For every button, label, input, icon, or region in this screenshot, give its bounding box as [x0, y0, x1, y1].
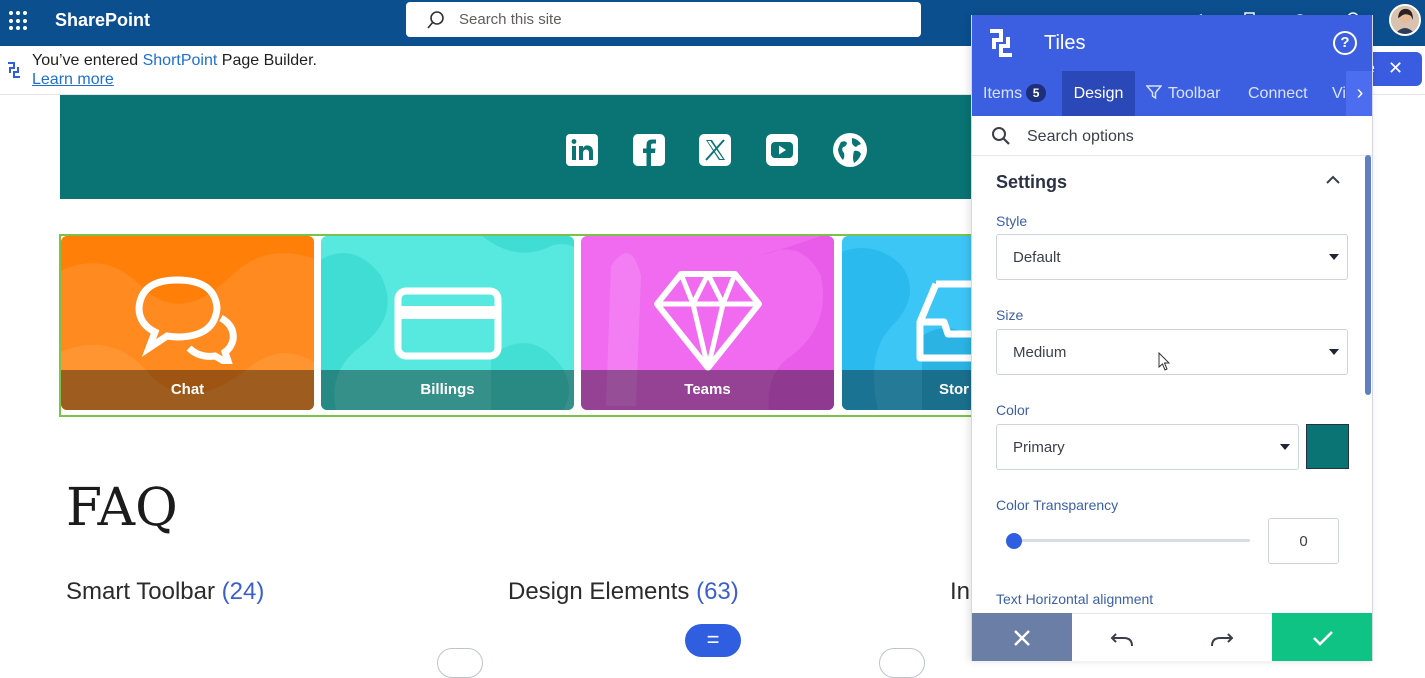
text-alignment-label: Text Horizontal alignment — [996, 591, 1154, 607]
apply-button[interactable] — [1272, 613, 1372, 661]
tiles-settings-panel: Tiles ? Items 5 Design Toolbar Connect Vi… — [971, 15, 1373, 661]
chat-bubbles-icon — [135, 276, 237, 364]
notice-highlight: ShortPoint — [142, 52, 218, 69]
tile-label: Stor — [842, 370, 977, 410]
tile-label: Billings — [321, 370, 574, 410]
tile-teams[interactable]: Teams — [581, 236, 834, 410]
globe-icon[interactable] — [832, 132, 868, 168]
faq-expand-toggle[interactable] — [879, 648, 925, 678]
faq-category-name: In — [950, 578, 971, 605]
shortpoint-logo-icon — [990, 29, 1012, 57]
tile-label: Teams — [581, 370, 834, 410]
youtube-icon[interactable] — [765, 133, 799, 167]
tile-label: Chat — [61, 370, 314, 410]
faq-category-name: Design Elements — [508, 578, 697, 605]
faq-expand-toggle[interactable] — [437, 648, 483, 678]
faq-category-count: (24) — [221, 578, 265, 605]
color-transparency-label: Color Transparency — [996, 497, 1119, 513]
undo-button[interactable] — [1072, 613, 1172, 661]
transparency-input[interactable]: 0 — [1268, 518, 1339, 564]
facebook-icon[interactable] — [632, 133, 666, 167]
filter-icon — [1145, 85, 1163, 100]
close-icon: ✕ — [1388, 58, 1404, 78]
search-icon — [427, 11, 444, 29]
chevron-up-icon[interactable] — [1326, 175, 1340, 185]
help-icon[interactable]: ? — [1333, 31, 1357, 55]
faq-title: FAQ — [66, 478, 178, 538]
search-placeholder: Search this site — [459, 11, 562, 28]
panel-footer — [972, 613, 1372, 661]
options-search-placeholder: Search options — [1027, 128, 1134, 145]
panel-title: Tiles — [1044, 32, 1086, 54]
tile-chat[interactable]: Chat — [61, 236, 314, 410]
tile-billings[interactable]: Billings — [321, 236, 574, 410]
transparency-slider-thumb[interactable] — [1006, 533, 1022, 549]
color-value: Primary — [1013, 439, 1065, 456]
faq-category-count: (63) — [696, 578, 739, 605]
app-name[interactable]: SharePoint — [55, 10, 150, 31]
avatar[interactable] — [1389, 4, 1421, 36]
notice-suffix: Page Builder. — [217, 52, 317, 69]
size-value: Medium — [1013, 344, 1067, 361]
tab-toolbar[interactable]: Toolbar — [1145, 71, 1238, 116]
inbox-icon — [916, 280, 977, 362]
tab-items[interactable]: Items 5 — [972, 71, 1062, 116]
social-banner — [60, 95, 975, 199]
redo-button[interactable] — [1172, 613, 1272, 661]
style-select[interactable]: Default — [996, 234, 1348, 280]
search-icon — [992, 127, 1010, 145]
faq-category-design-elements[interactable]: Design Elements (63) — [508, 578, 739, 606]
tab-connect[interactable]: Connect — [1248, 71, 1318, 116]
size-select[interactable]: Medium — [996, 329, 1348, 375]
size-label: Size — [996, 307, 1024, 323]
diamond-icon — [654, 271, 762, 371]
color-swatch[interactable] — [1306, 424, 1349, 469]
notice-prefix: You’ve entered — [32, 52, 143, 69]
site-search-input[interactable]: Search this site — [406, 2, 921, 37]
style-label: Style — [996, 213, 1028, 229]
color-select[interactable]: Primary — [996, 424, 1299, 470]
linkedin-icon[interactable] — [565, 133, 599, 167]
faq-category-smart-toolbar[interactable]: Smart Toolbar (24) — [66, 578, 264, 606]
style-value: Default — [1013, 249, 1061, 266]
faq-category-name: Smart Toolbar — [66, 578, 222, 605]
tab-label: Toolbar — [1168, 85, 1221, 102]
chevron-right-icon[interactable]: › — [1346, 71, 1372, 116]
tile-store[interactable]: Stor — [842, 236, 977, 410]
mouse-cursor-icon — [1158, 352, 1171, 371]
faq-category-third[interactable]: In — [950, 578, 970, 606]
caret-down-icon — [1329, 349, 1339, 355]
credit-card-icon — [394, 287, 502, 360]
checkmark-icon — [1313, 631, 1333, 646]
cancel-button[interactable] — [972, 613, 1072, 661]
tab-label: Items — [983, 85, 1023, 102]
settings-section-title[interactable]: Settings — [996, 172, 1067, 193]
panel-tabs: Items 5 Design Toolbar Connect Vi — [972, 71, 1372, 116]
items-count-badge: 5 — [1026, 84, 1047, 102]
shortpoint-logo-icon — [8, 62, 20, 78]
notice-text: You’ve entered ShortPoint Page Builder. — [32, 52, 317, 70]
panel-header: Tiles ? — [972, 15, 1372, 71]
shortpoint-menu-button[interactable]: = — [685, 624, 741, 657]
learn-more-link[interactable]: Learn more — [32, 71, 114, 89]
caret-down-icon — [1329, 254, 1339, 260]
x-icon[interactable] — [698, 133, 732, 167]
redo-icon — [1211, 633, 1234, 647]
transparency-value: 0 — [1299, 533, 1308, 550]
transparency-slider[interactable] — [1010, 539, 1250, 542]
options-search-input[interactable]: Search options — [972, 116, 1372, 156]
tab-design[interactable]: Design — [1062, 71, 1135, 116]
color-label: Color — [996, 402, 1030, 418]
close-icon — [1014, 630, 1030, 646]
caret-down-icon — [1280, 444, 1290, 450]
app-launcher-icon[interactable] — [9, 11, 29, 31]
undo-icon — [1110, 633, 1133, 647]
panel-scrollbar[interactable] — [1365, 155, 1371, 395]
